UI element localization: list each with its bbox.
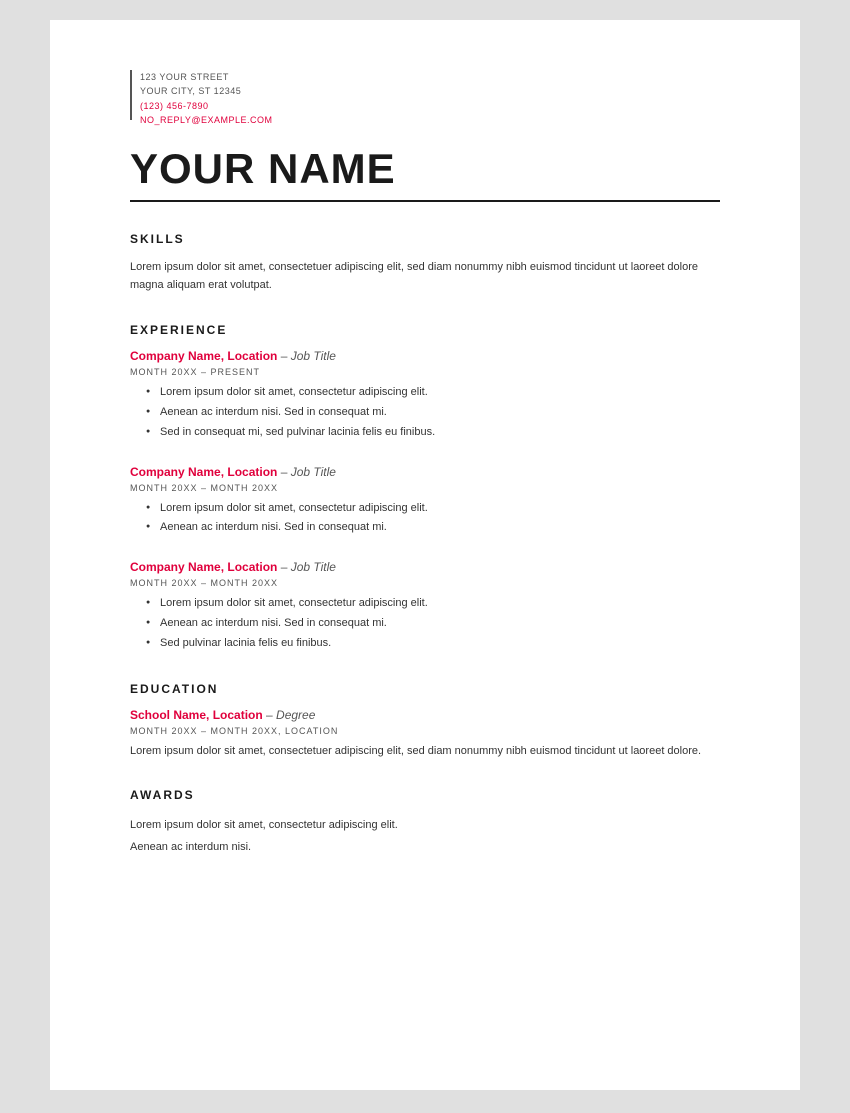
education-entry-1: School Name, Location – Degree MONTH 20X… <box>130 708 720 761</box>
address-bar <box>130 70 132 120</box>
education-section: EDUCATION School Name, Location – Degree… <box>130 682 720 761</box>
company-line-3: Company Name, Location – Job Title <box>130 560 720 574</box>
company-line-1: Company Name, Location – Job Title <box>130 349 720 363</box>
separator-1: – <box>277 349 290 363</box>
name-divider <box>130 200 720 202</box>
degree-1: Degree <box>276 708 315 722</box>
school-line-1: School Name, Location – Degree <box>130 708 720 722</box>
skills-body: Lorem ipsum dolor sit amet, consectetuer… <box>130 258 720 295</box>
company-name-3: Company Name, Location <box>130 560 277 574</box>
bullet-1-2: Aenean ac interdum nisi. Sed in consequa… <box>146 403 720 423</box>
awards-title: AWARDS <box>130 788 720 802</box>
separator-2: – <box>277 465 290 479</box>
bullet-3-2: Aenean ac interdum nisi. Sed in consequa… <box>146 614 720 634</box>
skills-section: SKILLS Lorem ipsum dolor sit amet, conse… <box>130 232 720 295</box>
skills-title: SKILLS <box>130 232 720 246</box>
bullets-2: Lorem ipsum dolor sit amet, consectetur … <box>130 499 720 539</box>
job-title-1: Job Title <box>291 349 336 363</box>
experience-section: EXPERIENCE Company Name, Location – Job … <box>130 323 720 653</box>
awards-line-1: Lorem ipsum dolor sit amet, consectetur … <box>130 814 720 836</box>
experience-entry-3: Company Name, Location – Job Title MONTH… <box>130 560 720 653</box>
company-name-2: Company Name, Location <box>130 465 277 479</box>
school-name-1: School Name, Location <box>130 708 263 722</box>
education-title: EDUCATION <box>130 682 720 696</box>
bullets-3: Lorem ipsum dolor sit amet, consectetur … <box>130 594 720 653</box>
bullets-1: Lorem ipsum dolor sit amet, consectetur … <box>130 383 720 442</box>
experience-title: EXPERIENCE <box>130 323 720 337</box>
bullet-3-1: Lorem ipsum dolor sit amet, consectetur … <box>146 594 720 614</box>
bullet-2-2: Aenean ac interdum nisi. Sed in consequa… <box>146 518 720 538</box>
edu-dates-1: MONTH 20XX – MONTH 20XX, LOCATION <box>130 726 720 736</box>
dates-2: MONTH 20XX – MONTH 20XX <box>130 483 720 493</box>
your-name: YOUR NAME <box>130 146 720 192</box>
edu-body-1: Lorem ipsum dolor sit amet, consectetuer… <box>130 742 720 761</box>
separator-3: – <box>277 560 290 574</box>
name-section: YOUR NAME <box>130 146 720 202</box>
dates-3: MONTH 20XX – MONTH 20XX <box>130 578 720 588</box>
edu-separator-1: – <box>263 708 276 722</box>
job-title-2: Job Title <box>291 465 336 479</box>
street-line: 123 YOUR STREET <box>140 70 273 84</box>
company-line-2: Company Name, Location – Job Title <box>130 465 720 479</box>
job-title-3: Job Title <box>291 560 336 574</box>
experience-entry-1: Company Name, Location – Job Title MONTH… <box>130 349 720 442</box>
bullet-1-3: Sed in consequat mi, sed pulvinar lacini… <box>146 423 720 443</box>
email-line: NO_REPLY@EXAMPLE.COM <box>140 113 273 127</box>
dates-1: MONTH 20XX – PRESENT <box>130 367 720 377</box>
awards-line-2: Aenean ac interdum nisi. <box>130 836 720 858</box>
bullet-3-3: Sed pulvinar lacinia felis eu finibus. <box>146 634 720 654</box>
address-text-block: 123 YOUR STREET YOUR CITY, ST 12345 (123… <box>140 70 273 128</box>
experience-entry-2: Company Name, Location – Job Title MONTH… <box>130 465 720 539</box>
resume-page: 123 YOUR STREET YOUR CITY, ST 12345 (123… <box>50 20 800 1090</box>
city-line: YOUR CITY, ST 12345 <box>140 84 273 98</box>
bullet-2-1: Lorem ipsum dolor sit amet, consectetur … <box>146 499 720 519</box>
phone-line: (123) 456-7890 <box>140 99 273 113</box>
awards-section: AWARDS Lorem ipsum dolor sit amet, conse… <box>130 788 720 858</box>
bullet-1-1: Lorem ipsum dolor sit amet, consectetur … <box>146 383 720 403</box>
company-name-1: Company Name, Location <box>130 349 277 363</box>
address-block: 123 YOUR STREET YOUR CITY, ST 12345 (123… <box>130 70 720 128</box>
